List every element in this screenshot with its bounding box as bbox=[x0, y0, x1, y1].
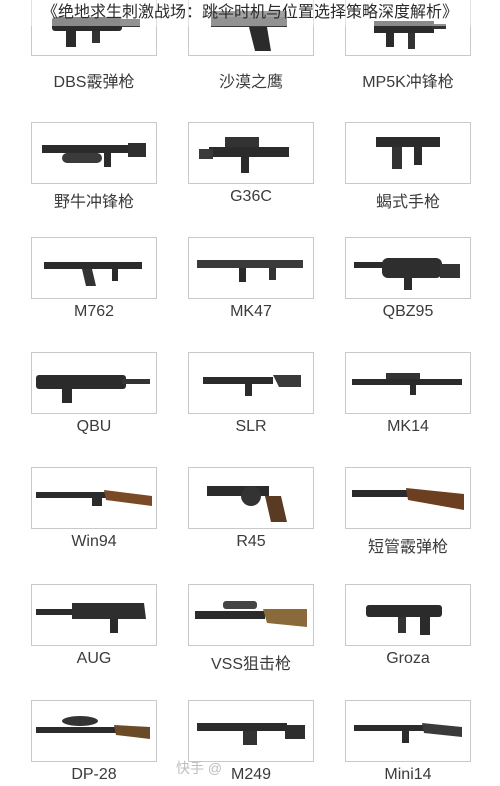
weapon-label: QBZ95 bbox=[382, 303, 434, 320]
bullpup-rifle-icon bbox=[345, 237, 471, 299]
smg-icon bbox=[31, 122, 157, 184]
weapon-label: DP-28 bbox=[71, 766, 117, 783]
rifle-icon bbox=[188, 237, 314, 299]
weapon-label: AUG bbox=[76, 650, 112, 667]
weapon-label: R45 bbox=[236, 533, 266, 550]
weapon-label: Win94 bbox=[71, 533, 117, 550]
weapon-label: 蝎式手枪 bbox=[375, 194, 440, 211]
dmr-icon bbox=[345, 352, 471, 414]
weapon-label: SLR bbox=[235, 418, 267, 435]
lmg-icon bbox=[31, 700, 157, 762]
weapon-label: 短管霰弹枪 bbox=[367, 539, 448, 556]
weapon-label: MK14 bbox=[387, 418, 429, 435]
weapon-label: DBS霰弹枪 bbox=[53, 74, 135, 91]
weapon-label: VSS狙击枪 bbox=[210, 656, 292, 673]
bullpup-rifle-icon bbox=[345, 584, 471, 646]
weapon-label: Groza bbox=[386, 650, 430, 667]
sawed-off-icon bbox=[345, 467, 471, 529]
machine-pistol-icon bbox=[345, 122, 471, 184]
weapon-label: QBU bbox=[76, 418, 112, 435]
page-title: 《绝地求生刺激战场：跳伞时机与位置选择策略深度解析》 bbox=[0, 0, 500, 26]
sniper-icon bbox=[188, 584, 314, 646]
rifle-icon bbox=[188, 122, 314, 184]
bullpup-rifle-icon bbox=[31, 584, 157, 646]
weapon-grid: DBS霰弹枪 沙漠之鹰 MP5K冲锋枪 野牛冲锋枪 G36C 蝎式手枪 M762… bbox=[0, 0, 500, 786]
weapon-label: 野牛冲锋枪 bbox=[53, 194, 134, 211]
weapon-label: G36C bbox=[230, 188, 272, 205]
weapon-label: M762 bbox=[73, 303, 115, 320]
revolver-icon bbox=[188, 467, 314, 529]
weapon-label: Mini14 bbox=[384, 766, 432, 783]
lmg-icon bbox=[188, 700, 314, 762]
weapon-label: 沙漠之鹰 bbox=[218, 74, 283, 91]
rifle-icon bbox=[31, 237, 157, 299]
watermark: 快手 @ bbox=[176, 760, 223, 776]
weapon-label: MP5K冲锋枪 bbox=[362, 74, 454, 91]
dmr-icon bbox=[31, 352, 157, 414]
dmr-icon bbox=[345, 700, 471, 762]
lever-rifle-icon bbox=[31, 467, 157, 529]
weapon-label: MK47 bbox=[230, 303, 272, 320]
dmr-icon bbox=[188, 352, 314, 414]
